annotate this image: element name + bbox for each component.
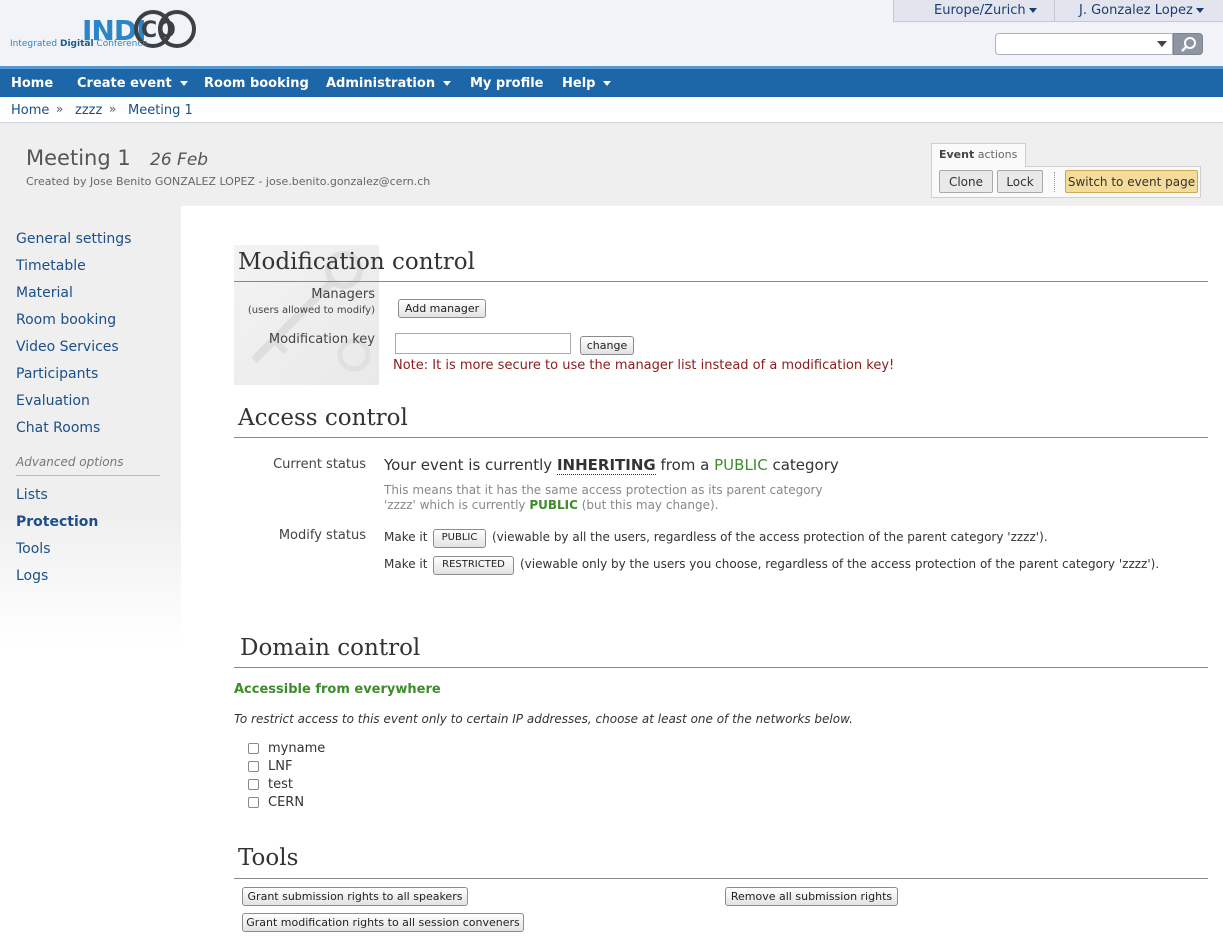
section-divider xyxy=(234,878,1208,879)
current-status-text: Your event is currently INHERITING from … xyxy=(384,456,839,475)
sidebar-item-video-services[interactable]: Video Services xyxy=(16,339,119,355)
search-icon xyxy=(1181,37,1196,52)
change-key-button[interactable]: change xyxy=(580,336,634,355)
timezone-selector[interactable]: Europe/Zurich xyxy=(934,3,1037,18)
sidebar-item-participants[interactable]: Participants xyxy=(16,366,98,382)
userbar-divider xyxy=(1054,0,1055,21)
sidebar-item-evaluation[interactable]: Evaluation xyxy=(16,393,90,409)
modification-key-label: Modification key xyxy=(268,332,375,347)
sidebar-item-material[interactable]: Material xyxy=(16,285,73,301)
sidebar-item-logs[interactable]: Logs xyxy=(16,568,48,584)
network-label: LNF xyxy=(268,759,293,774)
menu-room-booking[interactable]: Room booking xyxy=(204,76,309,91)
public-description: (viewable by all the users, regardless o… xyxy=(492,530,1048,544)
search-button[interactable] xyxy=(1173,33,1203,55)
logo-tagline: Integrated Digital Conference xyxy=(10,39,148,49)
section-divider xyxy=(234,437,1208,438)
actions-divider xyxy=(1054,172,1055,192)
remove-submission-rights-button[interactable]: Remove all submission rights xyxy=(725,887,898,906)
network-checkbox-test[interactable] xyxy=(248,779,259,790)
user-name: J. Gonzalez Lopez xyxy=(1079,3,1193,18)
sidebar-item-chat-rooms[interactable]: Chat Rooms xyxy=(16,420,100,436)
managers-label: Managers xyxy=(311,287,375,302)
sidebar-item-protection[interactable]: Protection xyxy=(16,514,98,530)
modify-status-label: Modify status xyxy=(278,528,366,543)
chevron-down-icon xyxy=(603,81,612,86)
modification-control-title: Modification control xyxy=(238,249,475,275)
network-label: test xyxy=(268,777,293,792)
network-label: myname xyxy=(268,741,326,756)
switch-to-event-page-button[interactable]: Switch to event page xyxy=(1065,170,1198,193)
menu-help[interactable]: Help xyxy=(562,76,612,91)
user-menu[interactable]: J. Gonzalez Lopez xyxy=(1079,3,1204,18)
current-status-label: Current status xyxy=(273,457,366,472)
make-it-label: Make it xyxy=(384,557,428,571)
event-actions-tab: Event actions xyxy=(931,143,1026,167)
public-status: PUBLIC xyxy=(714,456,768,474)
menu-create-event[interactable]: Create event xyxy=(77,76,188,91)
network-checkbox-myname[interactable] xyxy=(248,743,259,754)
status-explanation-2: 'zzzz' which is currently PUBLIC (but th… xyxy=(384,498,719,512)
indico-logo[interactable]: INDI CO Integrated Digital Conference xyxy=(10,8,200,54)
sidebar-divider xyxy=(16,475,160,476)
sidebar-item-timetable[interactable]: Timetable xyxy=(16,258,86,274)
chevron-down-icon xyxy=(443,81,452,86)
menu-home[interactable]: Home xyxy=(11,76,53,91)
sidebar-item-lists[interactable]: Lists xyxy=(16,487,48,503)
managers-sublabel: (users allowed to modify) xyxy=(247,305,375,316)
make-it-label: Make it xyxy=(384,530,428,544)
search-input[interactable] xyxy=(995,33,1173,55)
event-creator: Created by Jose Benito GONZALEZ LOPEZ - … xyxy=(26,175,431,188)
domain-control-title: Domain control xyxy=(240,635,421,661)
main-menu: Home Create event Room booking Administr… xyxy=(0,66,1223,97)
network-label: CERN xyxy=(268,795,305,810)
menu-my-profile[interactable]: My profile xyxy=(470,76,544,91)
tools-title: Tools xyxy=(238,845,299,871)
network-checkbox-cern[interactable] xyxy=(248,797,259,808)
breadcrumb-event[interactable]: Meeting 1 xyxy=(128,103,193,118)
inheriting-badge: INHERITING xyxy=(556,456,656,475)
domain-instruction: To restrict access to this event only to… xyxy=(234,712,853,726)
breadcrumb-category[interactable]: zzzz xyxy=(75,103,102,118)
add-manager-button[interactable]: Add manager xyxy=(398,299,486,318)
sidebar-item-tools[interactable]: Tools xyxy=(16,541,51,557)
breadcrumb-separator: » xyxy=(109,102,117,116)
access-control-title: Access control xyxy=(238,405,408,431)
user-bar: Europe/Zurich J. Gonzalez Lopez xyxy=(893,0,1223,22)
make-public-button[interactable]: PUBLIC xyxy=(433,529,486,548)
grant-submission-rights-button[interactable]: Grant submission rights to all speakers xyxy=(242,887,468,906)
modification-key-field[interactable] xyxy=(395,333,571,354)
modification-key-note: Note: It is more secure to use the manag… xyxy=(393,358,895,373)
status-explanation: This means that it has the same access p… xyxy=(384,483,823,497)
chevron-down-icon xyxy=(1195,8,1204,13)
menu-administration[interactable]: Administration xyxy=(326,76,452,91)
search-options-icon[interactable] xyxy=(1157,41,1167,47)
sidebar-item-room-booking[interactable]: Room booking xyxy=(16,312,116,328)
grant-modification-rights-button[interactable]: Grant modification rights to all session… xyxy=(242,913,524,932)
sidebar-advanced-heading: Advanced options xyxy=(16,455,124,469)
breadcrumb-home[interactable]: Home xyxy=(11,103,49,118)
section-divider xyxy=(234,667,1208,668)
sidebar-item-general-settings[interactable]: General settings xyxy=(16,231,131,247)
top-header: INDI CO Integrated Digital Conference Eu… xyxy=(0,0,1223,66)
section-divider xyxy=(234,281,1208,282)
event-title: Meeting 1 xyxy=(26,146,131,170)
breadcrumb: Home » zzzz » Meeting 1 xyxy=(0,97,1223,123)
chevron-down-icon xyxy=(179,81,188,86)
domain-accessibility-status: Accessible from everywhere xyxy=(234,682,441,697)
network-checkbox-lnf[interactable] xyxy=(248,761,259,772)
chevron-down-icon xyxy=(1028,8,1037,13)
clone-button[interactable]: Clone xyxy=(939,170,993,193)
lock-button[interactable]: Lock xyxy=(997,170,1043,193)
breadcrumb-separator: » xyxy=(56,102,64,116)
event-date: 26 Feb xyxy=(150,150,209,170)
restricted-description: (viewable only by the users you choose, … xyxy=(520,557,1160,571)
timezone-label: Europe/Zurich xyxy=(934,3,1026,18)
make-restricted-button[interactable]: RESTRICTED xyxy=(433,556,514,575)
